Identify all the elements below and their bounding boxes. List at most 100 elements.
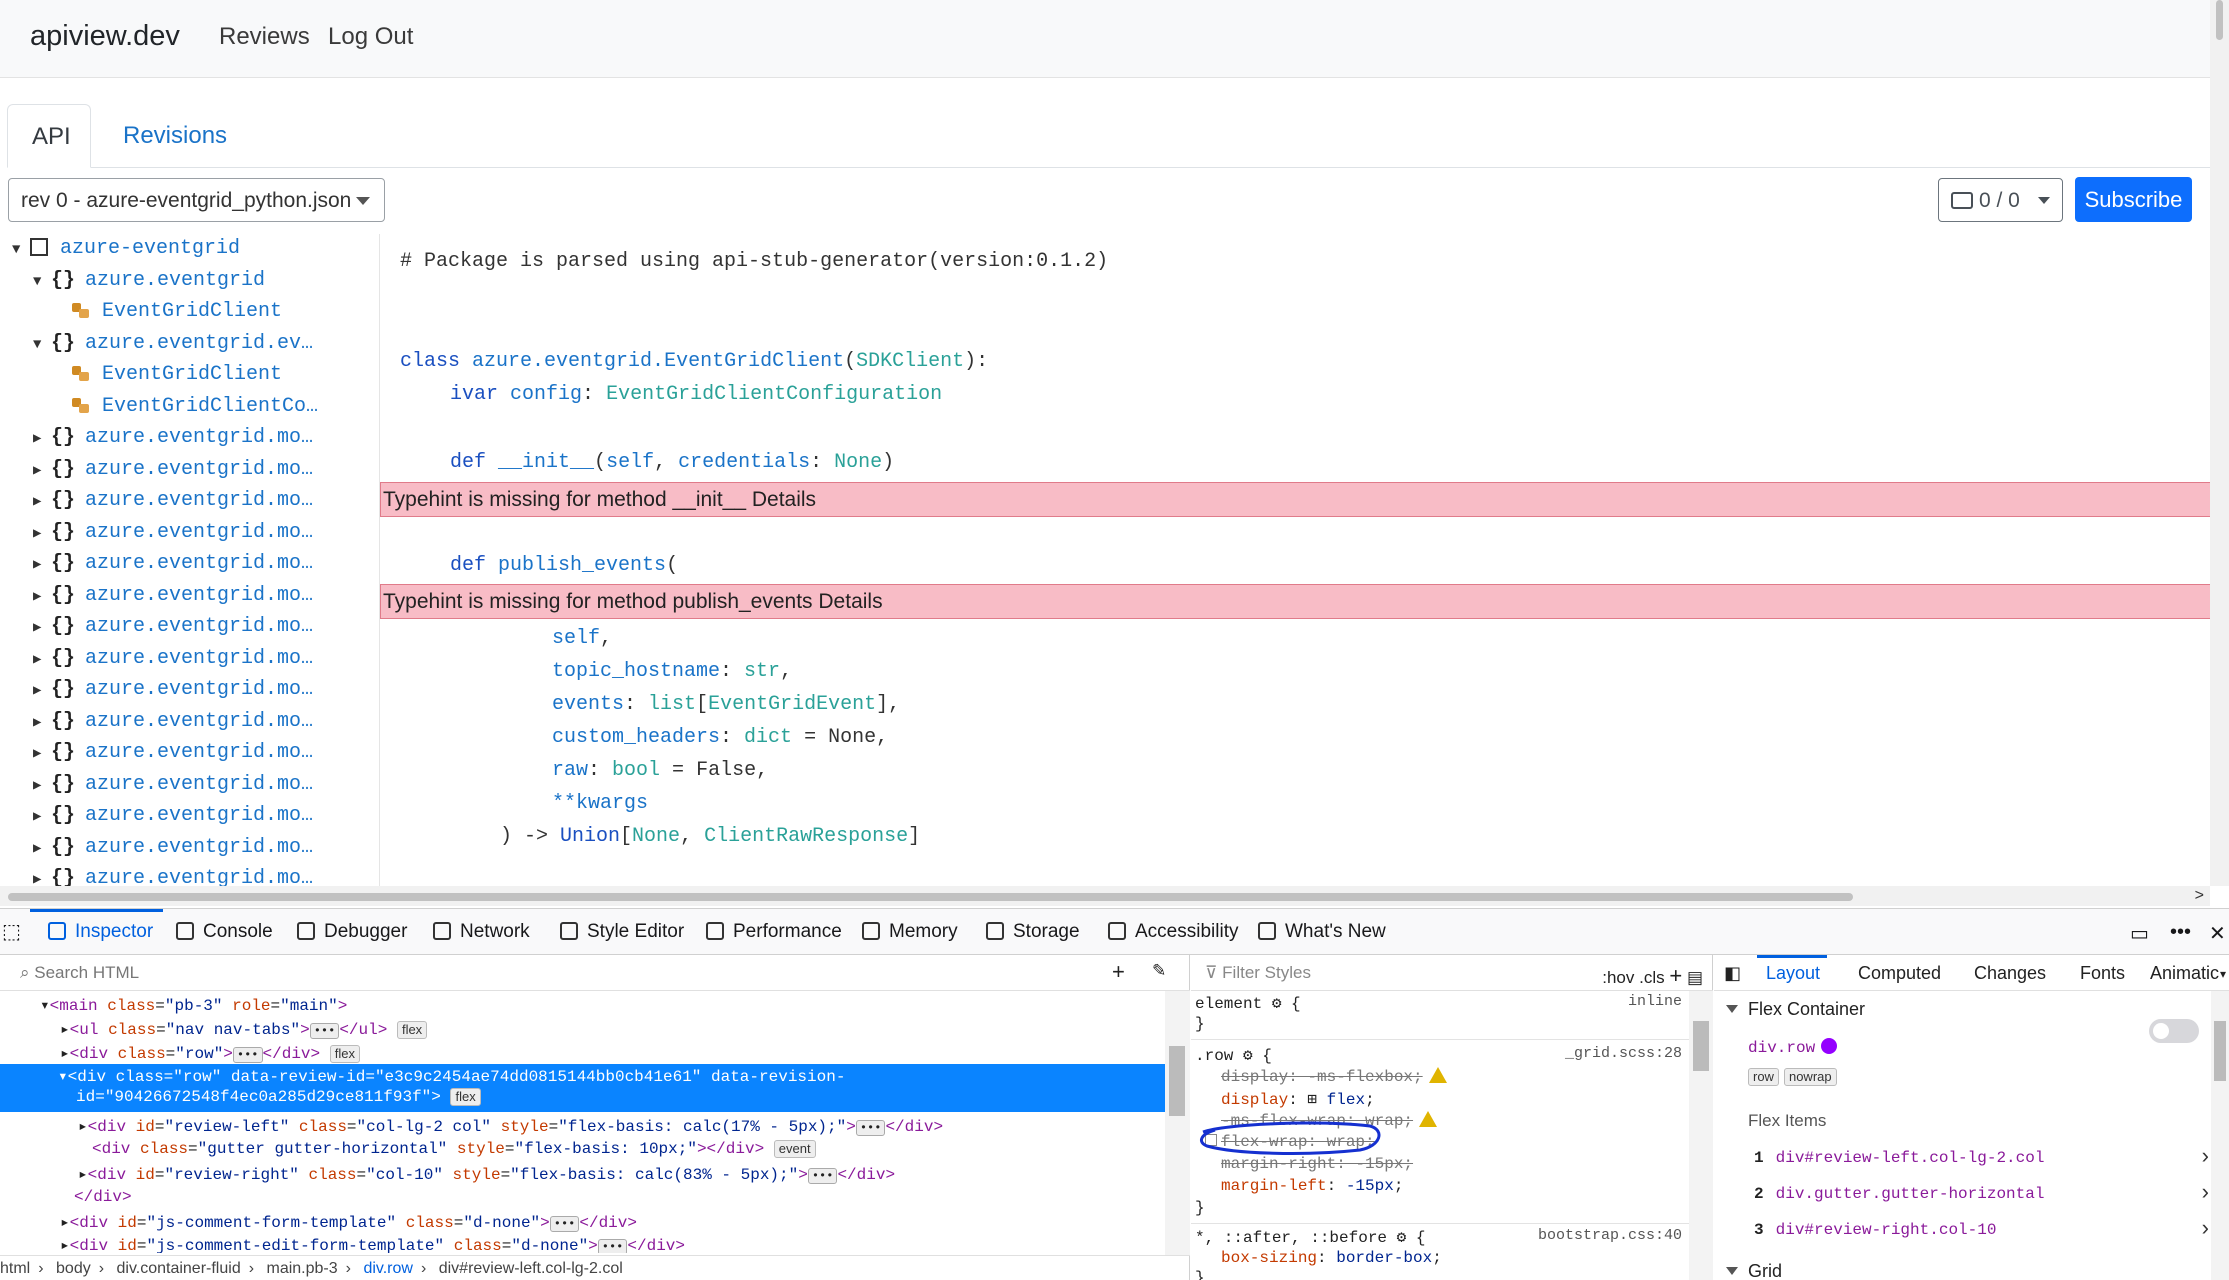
breadcrumb-item[interactable]: main.pb-3: [267, 1260, 338, 1277]
layout-scrollbar[interactable]: [2211, 991, 2229, 1280]
flex-item-row[interactable]: 2 div.gutter.gutter-horizontal: [1754, 1185, 2044, 1203]
selected-markup-node[interactable]: ▾<div class="row" data-review-id="e3c9c2…: [0, 1064, 1165, 1112]
tab-whats-new[interactable]: What's New: [1258, 921, 1386, 943]
tab-console[interactable]: Console: [176, 921, 273, 943]
expand-icon[interactable]: ▶: [33, 462, 51, 479]
tree-item-namespace[interactable]: ▶{} azure.eventgrid.mo…: [33, 647, 313, 678]
css-declaration[interactable]: margin-right: -15px;: [1221, 1155, 1413, 1177]
flex-item-row[interactable]: 3 div#review-right.col-10: [1754, 1221, 1996, 1239]
filter-styles-input[interactable]: ⊽ Filter Styles:hov .cls + ▤: [1191, 955, 1713, 991]
tab-changes[interactable]: Changes: [1974, 963, 2046, 984]
tab-animations[interactable]: Animatic: [2150, 963, 2219, 984]
tree-item-namespace[interactable]: ▶{} azure.eventgrid.mo…: [33, 836, 313, 867]
diagnostic-banner[interactable]: Typehint is missing for method __init__ …: [380, 482, 2210, 517]
expand-icon[interactable]: ▶: [33, 714, 51, 731]
collapse-icon[interactable]: ▼: [12, 242, 30, 258]
tree-item-namespace[interactable]: ▼{} azure.eventgrid: [33, 269, 265, 300]
scrollbar-thumb[interactable]: [8, 893, 1853, 901]
tab-performance[interactable]: Performance: [706, 921, 842, 943]
toggle-sidebar-icon[interactable]: ◧: [1724, 963, 1741, 984]
return-type[interactable]: ClientRawResponse: [704, 825, 908, 848]
nav-logout[interactable]: Log Out: [328, 23, 413, 51]
css-declaration[interactable]: display: ⊞ flex;: [1221, 1089, 1375, 1111]
tree-item-namespace[interactable]: ▶{} azure.eventgrid.mo…: [33, 458, 313, 489]
rule-element[interactable]: element ⚙ {: [1195, 993, 1301, 1015]
tree-root[interactable]: ▼ azure-eventgrid: [12, 237, 240, 268]
markup-node[interactable]: ▸<div id="review-left" class="col-lg-2 c…: [78, 1116, 943, 1140]
expand-icon[interactable]: ▶: [33, 430, 51, 447]
tree-item-class[interactable]: EventGridClientCo…: [72, 395, 318, 426]
flex-container-selector[interactable]: div.row: [1748, 1038, 1838, 1057]
subscribe-button[interactable]: Subscribe: [2075, 177, 2192, 222]
rules-scrollbar[interactable]: [1689, 991, 1713, 1280]
expand-icon[interactable]: ▶: [33, 808, 51, 825]
tree-item-namespace[interactable]: ▶{} azure.eventgrid.mo…: [33, 741, 313, 772]
flex-container-header[interactable]: Flex Container: [1726, 999, 1865, 1020]
expand-icon[interactable]: ▶: [33, 588, 51, 605]
css-declaration[interactable]: display: -ms-flexbox;: [1221, 1067, 1447, 1089]
rule-row-selector[interactable]: .row ⚙ {: [1195, 1045, 1272, 1067]
breadcrumb-item[interactable]: div#review-left.col-lg-2.col: [439, 1260, 623, 1277]
expand-icon[interactable]: ▶: [33, 493, 51, 510]
tree-item-namespace[interactable]: ▶{} azure.eventgrid.mo…: [33, 773, 313, 804]
tree-item-namespace[interactable]: ▼{} azure.eventgrid.ev…: [33, 332, 313, 363]
print-simulation-icon[interactable]: ▤: [1687, 968, 1703, 987]
page-horizontal-scrollbar[interactable]: >: [0, 886, 2210, 906]
rule-tools[interactable]: :hov .cls + ▤: [1602, 963, 1703, 989]
nav-reviews[interactable]: Reviews: [219, 23, 310, 51]
css-declaration[interactable]: -ms-flex-wrap: wrap;: [1221, 1111, 1438, 1133]
tree-item-class[interactable]: EventGridClient: [72, 300, 282, 331]
tree-item-namespace[interactable]: ▶{} azure.eventgrid.mo…: [33, 552, 313, 583]
add-rule-icon[interactable]: +: [1669, 963, 1682, 988]
close-icon[interactable]: ✕: [2209, 921, 2226, 946]
declaration-checkbox[interactable]: [1205, 1134, 1217, 1146]
tree-item-namespace[interactable]: ▶{} azure.eventgrid.mo…: [33, 615, 313, 646]
page-vertical-scrollbar[interactable]: [2210, 0, 2229, 886]
css-declaration[interactable]: margin-left: -15px;: [1221, 1177, 1403, 1199]
css-declaration-disabled[interactable]: flex-wrap: wrap;: [1205, 1133, 1375, 1155]
pseudo-class-toggles[interactable]: :hov .cls: [1602, 968, 1664, 987]
tree-item-namespace[interactable]: ▶{} azure.eventgrid.mo…: [33, 521, 313, 552]
scroll-right-icon[interactable]: >: [2195, 887, 2204, 905]
chevron-down-icon[interactable]: ▾: [2220, 967, 2226, 981]
markup-node[interactable]: ▾<main class="pb-3" role="main">: [40, 995, 347, 1019]
tree-item-namespace[interactable]: ▶{} azure.eventgrid.mo…: [33, 710, 313, 741]
class-name[interactable]: azure.eventgrid.EventGridClient: [472, 350, 844, 373]
tab-revisions[interactable]: Revisions: [99, 104, 251, 168]
tree-item-namespace[interactable]: ▶{} azure.eventgrid.mo…: [33, 489, 313, 520]
expand-icon[interactable]: ▶: [33, 840, 51, 857]
brand-link[interactable]: apiview.dev: [30, 20, 180, 53]
tab-layout[interactable]: Layout: [1766, 963, 1820, 984]
expand-icon[interactable]: ▶: [33, 871, 51, 886]
expand-icon[interactable]: ▶: [33, 745, 51, 762]
markup-node[interactable]: ▸<div id="js-comment-form-template" clas…: [60, 1212, 637, 1236]
chevron-right-icon[interactable]: ›: [2202, 1179, 2209, 1205]
grid-header[interactable]: Grid: [1726, 1261, 1782, 1280]
diagnostic-banner[interactable]: Typehint is missing for method publish_e…: [380, 584, 2210, 619]
tab-network[interactable]: Network: [433, 921, 530, 943]
scrollbar-thumb[interactable]: [1693, 1021, 1709, 1071]
chevron-right-icon[interactable]: ›: [2202, 1215, 2209, 1241]
tab-computed[interactable]: Computed: [1858, 963, 1941, 984]
revision-select[interactable]: rev 0 - azure-eventgrid_python.json: [8, 178, 385, 222]
expand-icon[interactable]: ▶: [33, 525, 51, 542]
highlight-color-swatch[interactable]: [1821, 1038, 1838, 1054]
tab-inspector[interactable]: Inspector: [48, 921, 153, 943]
expand-icon[interactable]: ▶: [33, 556, 51, 573]
base-class[interactable]: SDKClient: [856, 350, 964, 373]
rule-source-link[interactable]: bootstrap.css:40: [1538, 1227, 1682, 1244]
tab-api[interactable]: API: [7, 104, 91, 168]
tree-item-class[interactable]: EventGridClient: [72, 363, 282, 394]
collapse-icon[interactable]: ▼: [33, 337, 51, 353]
tab-accessibility[interactable]: Accessibility: [1108, 921, 1238, 943]
tree-item-namespace[interactable]: ▶{} azure.eventgrid.mo…: [33, 584, 313, 615]
dock-icon[interactable]: ▭: [2130, 921, 2149, 946]
markup-node[interactable]: </div>: [74, 1188, 132, 1212]
more-options-icon[interactable]: •••: [2170, 921, 2191, 944]
flexbox-highlighter-toggle[interactable]: [2149, 1019, 2199, 1043]
markup-node[interactable]: ▸<div id="js-comment-edit-form-template"…: [60, 1235, 685, 1253]
flex-item-row[interactable]: 1 div#review-left.col-lg-2.col: [1754, 1149, 2044, 1167]
tab-fonts[interactable]: Fonts: [2080, 963, 2125, 984]
tree-item-namespace[interactable]: ▶{} azure.eventgrid.mo…: [33, 804, 313, 835]
ivar-type[interactable]: EventGridClientConfiguration: [606, 383, 942, 406]
